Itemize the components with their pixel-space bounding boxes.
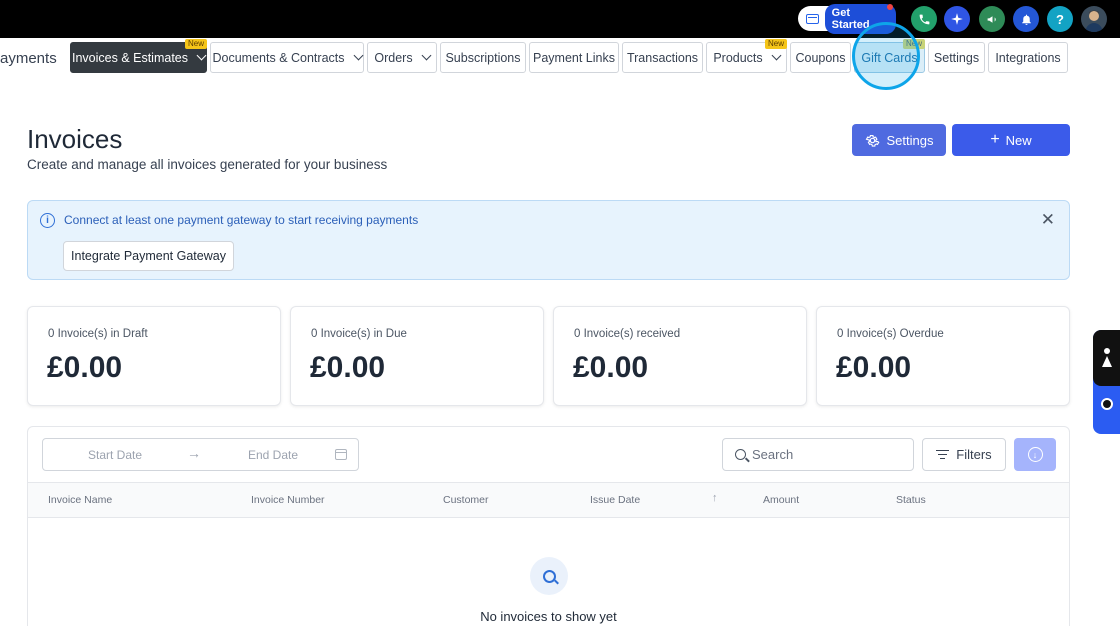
tab-label: Transactions: [626, 50, 699, 65]
stat-label: 0 Invoice(s) in Draft: [48, 328, 148, 340]
filter-icon: [936, 449, 950, 460]
stat-value: £0.00: [47, 351, 123, 384]
column-header[interactable]: Customer: [443, 494, 489, 506]
chevron-down-icon: [196, 50, 207, 61]
help-icon[interactable]: ?: [1047, 6, 1073, 32]
download-button[interactable]: ↓: [1014, 438, 1056, 471]
stat-label: 0 Invoice(s) received: [574, 328, 681, 340]
stat-value: £0.00: [573, 351, 649, 384]
payments-nav: ayments Invoices & Estimates New Documen…: [0, 38, 1120, 82]
tab-products[interactable]: Products New: [706, 39, 787, 73]
tab-label: Integrations: [995, 50, 1061, 65]
click-highlight: [852, 22, 920, 90]
tab-label: Settings: [933, 50, 980, 65]
stat-label: 0 Invoice(s) in Due: [311, 328, 407, 340]
search-placeholder: Search: [752, 447, 794, 462]
new-button-label: New: [1005, 132, 1032, 148]
close-icon[interactable]: ✕: [1041, 210, 1055, 230]
arrow-right-icon: →: [187, 445, 201, 461]
calendar-icon: [335, 449, 347, 460]
table-header: Invoice Name Invoice Number Customer Iss…: [28, 482, 1069, 518]
column-header[interactable]: Issue Date: [590, 494, 640, 506]
settings-button-label: Settings: [886, 132, 934, 148]
date-range-picker[interactable]: Start Date → End Date: [42, 438, 359, 471]
tab-integrations[interactable]: Integrations: [988, 42, 1068, 73]
download-icon: ↓: [1027, 447, 1043, 462]
stat-value: £0.00: [310, 351, 386, 384]
phone-icon[interactable]: [911, 6, 937, 32]
chevron-down-icon: [353, 50, 363, 61]
search-icon: [735, 449, 746, 460]
tab-coupons[interactable]: Coupons: [790, 42, 851, 73]
avatar[interactable]: [1081, 6, 1107, 32]
new-badge: New: [184, 39, 207, 49]
new-badge: New: [764, 39, 787, 49]
page-title: Invoices: [27, 124, 123, 154]
tab-label: Products: [713, 50, 763, 65]
tab-payment-links[interactable]: Payment Links: [529, 42, 619, 73]
tab-documents-contracts[interactable]: Documents & Contracts: [210, 42, 364, 73]
tab-label: Payment Links: [533, 50, 615, 65]
stat-card-overdue: 0 Invoice(s) Overdue £0.00: [816, 306, 1070, 406]
notification-dot: [887, 4, 893, 10]
stat-card-received: 0 Invoice(s) received £0.00: [553, 306, 807, 406]
sparkle-icon[interactable]: [944, 6, 970, 32]
column-header[interactable]: Invoice Name: [48, 494, 112, 506]
card-icon: [806, 13, 819, 24]
alert-message: Connect at least one payment gateway to …: [64, 213, 419, 227]
column-header[interactable]: Status: [896, 494, 926, 506]
megaphone-icon[interactable]: [979, 6, 1005, 32]
tab-settings[interactable]: Settings: [928, 42, 985, 73]
start-date-input[interactable]: Start Date: [88, 448, 142, 462]
accessibility-icon[interactable]: [1093, 330, 1120, 386]
gear-icon: [865, 134, 879, 147]
stat-card-due: 0 Invoice(s) in Due £0.00: [290, 306, 544, 406]
column-header[interactable]: Amount: [763, 494, 799, 506]
column-header[interactable]: Invoice Number: [251, 494, 325, 506]
settings-button[interactable]: Settings: [852, 124, 946, 156]
tab-transactions[interactable]: Transactions: [622, 42, 703, 73]
filters-label: Filters: [956, 447, 992, 462]
page-subtitle: Create and manage all invoices generated…: [27, 157, 388, 172]
bell-icon[interactable]: [1013, 6, 1039, 32]
invoices-table-panel: Start Date → End Date Search Filters ↓ I…: [27, 426, 1070, 626]
payment-gateway-alert: i Connect at least one payment gateway t…: [27, 200, 1070, 280]
new-invoice-button[interactable]: + New: [952, 124, 1070, 156]
chevron-down-icon: [421, 50, 432, 61]
side-widget[interactable]: [1093, 330, 1120, 434]
tab-label: Documents & Contracts: [212, 50, 345, 65]
search-input[interactable]: Search: [722, 438, 914, 471]
empty-search-icon: [530, 557, 568, 595]
tab-orders[interactable]: Orders: [367, 42, 437, 73]
top-bar: Get Started ?: [0, 0, 1120, 38]
tab-label: Invoices & Estimates: [71, 50, 188, 65]
end-date-input[interactable]: End Date: [248, 448, 298, 462]
tab-invoices-estimates[interactable]: Invoices & Estimates New: [70, 39, 207, 73]
section-title: ayments: [0, 50, 57, 67]
plus-icon: +: [990, 131, 1000, 148]
tab-label: Subscriptions: [445, 50, 521, 65]
tab-label: Coupons: [795, 50, 846, 65]
integrate-gateway-button[interactable]: Integrate Payment Gateway: [63, 241, 234, 271]
info-icon: i: [40, 213, 55, 228]
empty-state-message: No invoices to show yet: [480, 609, 617, 624]
tab-label: Orders: [374, 50, 413, 65]
sort-arrow-icon[interactable]: ↑: [712, 492, 718, 504]
stat-label: 0 Invoice(s) Overdue: [837, 328, 944, 340]
chevron-down-icon: [771, 50, 782, 61]
stat-card-draft: 0 Invoice(s) in Draft £0.00: [27, 306, 281, 406]
gear-icon[interactable]: [1101, 398, 1113, 410]
tab-subscriptions[interactable]: Subscriptions: [440, 42, 526, 73]
filters-button[interactable]: Filters: [922, 438, 1006, 471]
stat-value: £0.00: [836, 351, 912, 384]
